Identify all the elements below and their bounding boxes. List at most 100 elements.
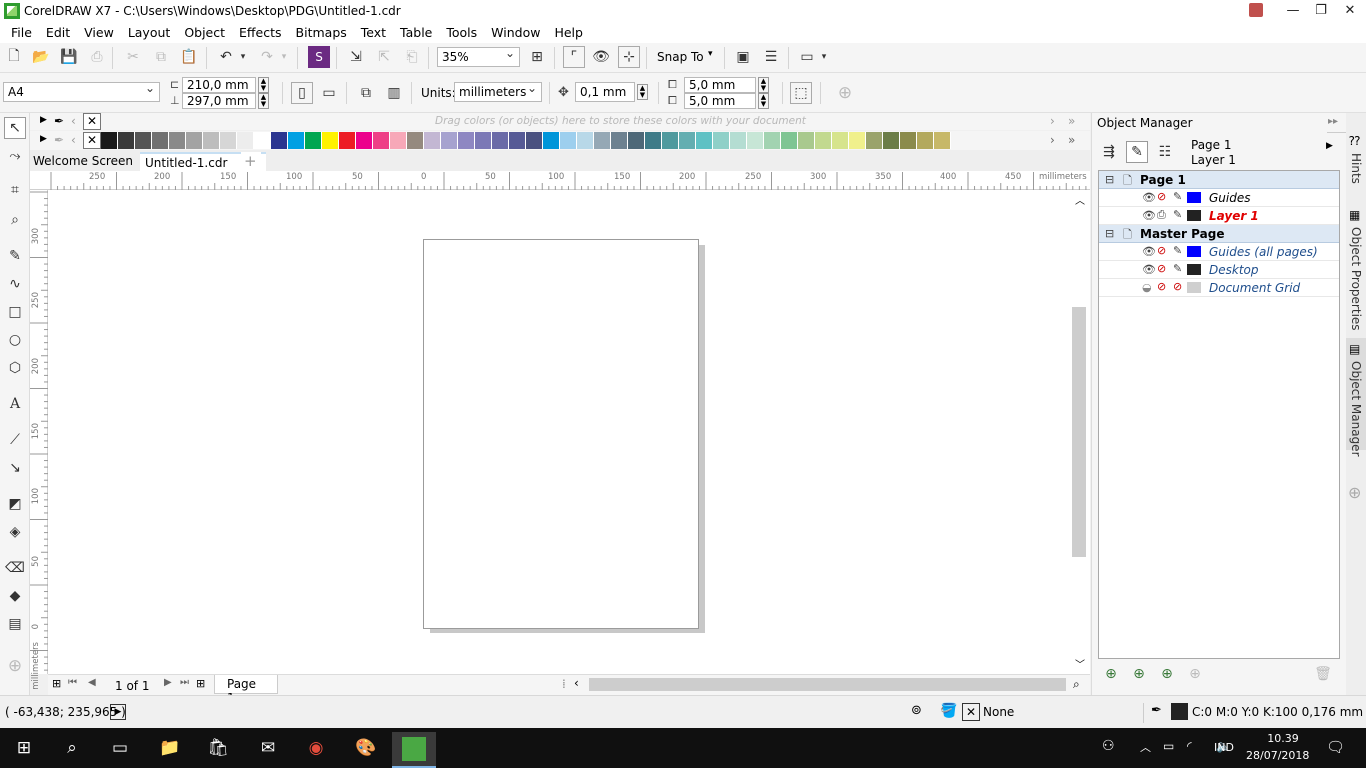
color-swatch[interactable] (509, 132, 526, 149)
color-swatch[interactable] (407, 132, 424, 149)
color-swatch[interactable] (628, 132, 645, 149)
snap-to-button[interactable]: Snap To (657, 50, 704, 64)
menu-file[interactable]: File (4, 25, 39, 40)
doc-palette-flyout-icon[interactable]: ▶ (40, 115, 47, 125)
page-width-spinner[interactable]: ▲ ▼ (258, 77, 269, 93)
color-swatch[interactable] (135, 132, 152, 149)
menu-edit[interactable]: Edit (39, 25, 77, 40)
color-proof-icon[interactable]: ⊚ (911, 703, 922, 718)
new-tab-button[interactable]: + (241, 152, 261, 171)
status-flyout-icon[interactable]: ▶ (110, 704, 126, 720)
drop-shadow-tool-icon[interactable]: ◩ (4, 493, 26, 515)
color-swatch[interactable] (849, 132, 866, 149)
duplicate-distance-y-field[interactable]: 5,0 mm (684, 93, 756, 109)
color-swatch[interactable] (458, 132, 475, 149)
fill-none-swatch[interactable]: ✕ (962, 703, 980, 721)
show-guidelines-icon[interactable]: ⊹ (618, 46, 640, 68)
vertical-ruler[interactable]: 300 250 200 150 100 50 0 millimeters (30, 190, 48, 690)
color-swatch[interactable] (934, 132, 951, 149)
eye-icon[interactable]: 👁 (1142, 209, 1156, 222)
nudge-spinner[interactable]: ▲ ▼ (637, 84, 648, 100)
file-explorer-icon[interactable]: 📁 (148, 732, 192, 764)
first-page-icon[interactable]: ⏮ (68, 677, 77, 688)
color-swatch[interactable] (475, 132, 492, 149)
palette-eyedropper-icon[interactable]: ✒ (54, 133, 64, 147)
action-center-icon[interactable]: 🗨 (1326, 738, 1345, 756)
color-swatch[interactable] (679, 132, 696, 149)
color-swatch[interactable] (577, 132, 594, 149)
layer-color-swatch[interactable] (1187, 282, 1201, 293)
menu-text[interactable]: Text (354, 25, 393, 40)
doc-palette-eyedropper-icon[interactable]: ✒ (54, 114, 64, 128)
clock-date[interactable]: 28/07/2018 (1246, 749, 1309, 762)
eyedropper-tool-icon[interactable]: ⌫ (4, 557, 26, 579)
om-menu-flyout-icon[interactable]: ▶ (1326, 141, 1333, 151)
palette-expand-icon[interactable]: » (1068, 133, 1075, 147)
freehand-tool-icon[interactable]: ✎ (4, 245, 26, 267)
show-object-properties-icon[interactable]: ⇶ (1098, 141, 1120, 163)
no-print-icon[interactable]: ⊘ (1157, 244, 1166, 257)
color-swatch[interactable] (832, 132, 849, 149)
color-swatch[interactable] (696, 132, 713, 149)
scroll-up-icon[interactable]: ︿ (1075, 192, 1085, 207)
duplicate-distance-x-field[interactable]: 5,0 mm (684, 77, 756, 93)
application-launcher-icon[interactable]: ▭ (796, 46, 818, 68)
export-icon[interactable]: ⇱ (373, 46, 395, 68)
tree-layer-1[interactable]: 👁 ⎙ ✎ Layer 1 (1099, 207, 1339, 225)
splitter-icon[interactable]: ⁞ (562, 677, 566, 691)
color-swatch[interactable] (543, 132, 560, 149)
welcome-screen-icon[interactable]: ▣ (732, 46, 754, 68)
corel-connect-icon[interactable]: S (308, 46, 330, 68)
color-swatch[interactable] (917, 132, 934, 149)
units-select[interactable]: millimeters (454, 81, 542, 102)
eye-icon[interactable]: 👁 (1142, 245, 1156, 258)
paste-icon[interactable]: 📋 (178, 46, 200, 68)
add-page-after-icon[interactable]: ⊞ (196, 677, 205, 690)
new-master-layer-odd-icon[interactable]: ⊕ (1156, 663, 1178, 685)
nudge-distance-field[interactable]: 0,1 mm (575, 82, 635, 102)
save-icon[interactable]: 💾 (58, 46, 80, 68)
color-swatch[interactable] (203, 132, 220, 149)
wifi-icon[interactable]: ◜ (1187, 739, 1192, 753)
color-swatch[interactable] (594, 132, 611, 149)
minimize-button[interactable]: — (1278, 0, 1308, 21)
coreldraw-taskbar-icon[interactable] (392, 732, 436, 768)
text-tool-icon[interactable]: A (4, 393, 26, 415)
task-view-icon[interactable]: ▭ (98, 732, 142, 764)
shape-tool-icon[interactable]: ⤳ (4, 145, 26, 167)
color-swatch[interactable] (220, 132, 237, 149)
tree-layer-guides-all[interactable]: 👁 ⊘ ✎ Guides (all pages) (1099, 243, 1339, 261)
color-swatch[interactable] (288, 132, 305, 149)
color-swatch[interactable] (492, 132, 509, 149)
new-document-icon[interactable]: 🗋 (3, 46, 25, 68)
transparency-tool-icon[interactable]: ◈ (4, 521, 26, 543)
zoom-to-page-icon[interactable]: ⊞ (526, 46, 548, 68)
user-icon[interactable] (1249, 3, 1263, 17)
color-swatch[interactable] (662, 132, 679, 149)
edit-pencil-icon[interactable]: ✎ (1173, 208, 1182, 221)
color-swatch[interactable] (764, 132, 781, 149)
page-height-spinner[interactable]: ▲ ▼ (258, 93, 269, 109)
polygon-tool-icon[interactable]: ⬡ (4, 357, 26, 379)
menu-layout[interactable]: Layout (121, 25, 178, 40)
duplicate-x-spinner[interactable]: ▲ ▼ (758, 77, 769, 93)
color-swatch[interactable] (339, 132, 356, 149)
palette-scroll-right-icon[interactable]: › (1050, 133, 1055, 147)
page-tab-1[interactable]: Page 1 (214, 675, 278, 705)
color-swatch[interactable] (645, 132, 662, 149)
artistic-media-tool-icon[interactable]: ∿ (4, 273, 26, 295)
color-swatch[interactable] (305, 132, 322, 149)
treat-as-filled-icon[interactable]: ⬚ (790, 82, 812, 104)
page-width-field[interactable]: 210,0 mm (182, 77, 256, 93)
people-icon[interactable]: ⚇ (1102, 738, 1115, 754)
layer-manager-view-icon[interactable]: ☷ (1154, 141, 1176, 163)
tab-hints[interactable]: Hints (1349, 153, 1363, 184)
doc-palette-scroll-left-icon[interactable]: ‹ (71, 114, 76, 128)
redo-dropdown-icon[interactable]: ▾ (277, 46, 291, 68)
search-icon[interactable]: ⌕ (50, 732, 94, 764)
color-swatch[interactable] (169, 132, 186, 149)
color-swatch[interactable] (271, 132, 288, 149)
start-windows-icon[interactable]: ⊞ (2, 732, 46, 764)
page-size-select[interactable]: A4 (3, 81, 160, 102)
all-pages-icon[interactable]: ⧉ (355, 82, 377, 104)
